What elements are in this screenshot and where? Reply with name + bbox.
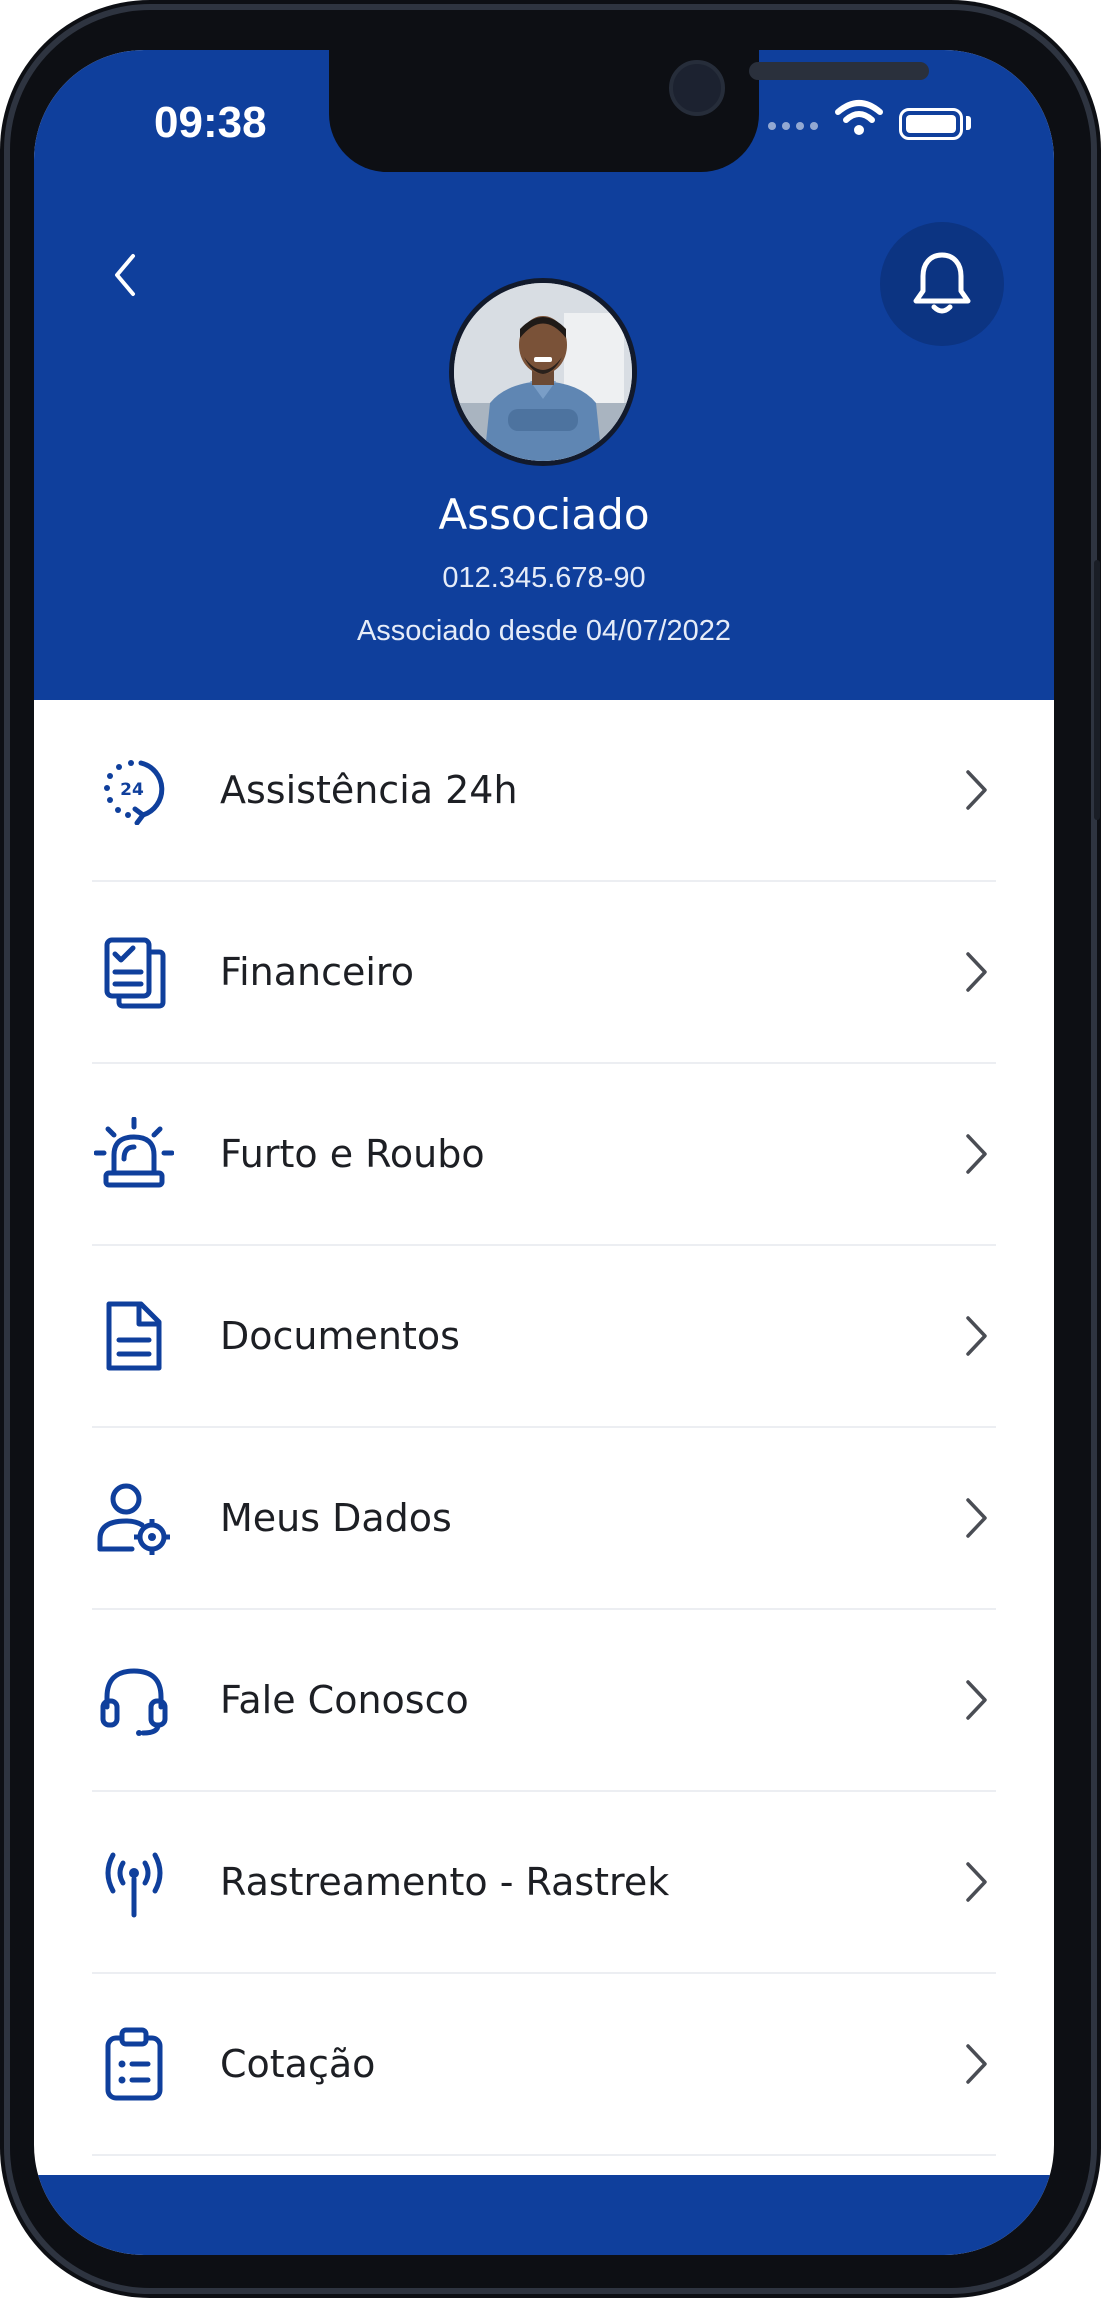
menu-item-assistencia-24h[interactable]: 24 Assistência 24h — [92, 700, 996, 882]
chevron-right-icon — [956, 760, 996, 820]
menu-item-fale-conosco[interactable]: Fale Conosco — [92, 1610, 996, 1792]
alarm-siren-icon — [94, 1114, 174, 1194]
chevron-right-icon — [956, 1306, 996, 1366]
battery-icon — [899, 108, 963, 140]
profile-name: Associado — [438, 490, 650, 539]
chevron-right-icon — [956, 1488, 996, 1548]
chevron-left-icon — [115, 254, 135, 296]
chevron-right-icon — [956, 1670, 996, 1730]
side-button-right — [1094, 560, 1100, 820]
chevron-right-icon — [956, 1852, 996, 1912]
svg-text:24: 24 — [120, 780, 144, 800]
user-settings-icon — [94, 1478, 174, 1558]
menu-list: 24 Assistência 24h Financeiro Furto e Ro… — [34, 700, 1054, 2156]
menu-item-meus-dados[interactable]: Meus Dados — [92, 1428, 996, 1610]
earpiece-speaker — [749, 62, 929, 80]
tracking-antenna-icon — [94, 1842, 174, 1922]
cellular-signal-icon — [768, 122, 818, 130]
financial-document-icon — [94, 932, 174, 1012]
avatar — [449, 278, 637, 466]
back-button[interactable] — [94, 245, 154, 305]
clipboard-list-icon — [94, 2024, 174, 2104]
front-camera — [669, 60, 725, 116]
headset-icon — [94, 1660, 174, 1740]
menu-item-rastreamento[interactable]: Rastreamento - Rastrek — [92, 1792, 996, 1974]
menu-item-label: Meus Dados — [220, 1496, 452, 1540]
menu-item-label: Financeiro — [220, 950, 414, 994]
menu-item-label: Fale Conosco — [220, 1678, 469, 1722]
wifi-icon — [834, 98, 884, 142]
bell-icon — [913, 252, 971, 314]
member-since-text: Associado desde 04/07/2022 — [356, 615, 732, 647]
24h-assistance-icon: 24 — [94, 750, 174, 830]
menu-item-label: Assistência 24h — [220, 768, 518, 812]
app-screen: 09:38 Associado 012.345.678-90 Associado… — [34, 50, 1054, 2255]
bottom-bar — [34, 2175, 1054, 2255]
chevron-right-icon — [956, 2034, 996, 2094]
menu-item-label: Documentos — [220, 1314, 460, 1358]
chevron-right-icon — [956, 1124, 996, 1184]
phone-frame: 09:38 Associado 012.345.678-90 Associado… — [0, 0, 1101, 2298]
menu-item-label: Furto e Roubo — [220, 1132, 485, 1176]
chevron-right-icon — [956, 942, 996, 1002]
menu-item-financeiro[interactable]: Financeiro — [92, 882, 996, 1064]
battery-cap — [966, 116, 971, 130]
menu-item-furto-e-roubo[interactable]: Furto e Roubo — [92, 1064, 996, 1246]
profile-header: 09:38 Associado 012.345.678-90 Associado… — [34, 50, 1054, 700]
menu-item-label: Rastreamento - Rastrek — [220, 1860, 670, 1904]
user-photo — [454, 283, 632, 461]
profile-document-number: 012.345.678-90 — [442, 562, 646, 594]
document-icon — [94, 1296, 174, 1376]
status-time: 09:38 — [154, 98, 267, 147]
notifications-button[interactable] — [880, 222, 1004, 346]
menu-item-label: Cotação — [220, 2042, 376, 2086]
menu-item-documentos[interactable]: Documentos — [92, 1246, 996, 1428]
menu-item-cotacao[interactable]: Cotação — [92, 1974, 996, 2156]
notch — [329, 50, 929, 172]
